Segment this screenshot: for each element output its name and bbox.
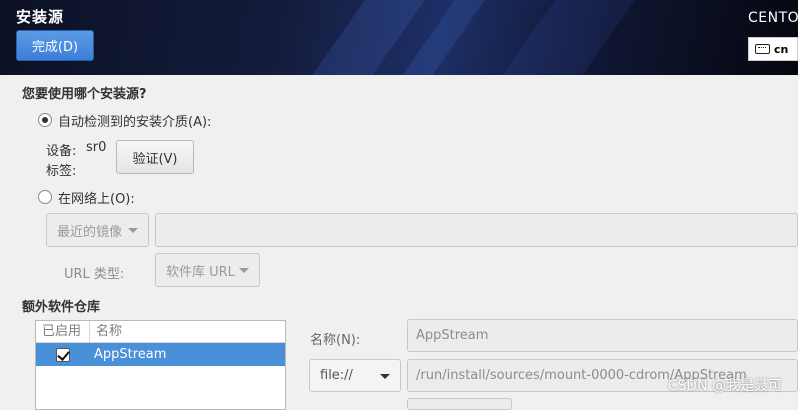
- network-url-input[interactable]: [155, 213, 798, 247]
- network-label[interactable]: 在网络上(O):: [58, 188, 135, 207]
- product-name: CENTOS: [748, 10, 798, 26]
- auto-detect-label[interactable]: 自动检测到的安装介质(A):: [58, 111, 211, 130]
- auto-detect-radio[interactable]: [38, 113, 52, 127]
- device-label: 设备:: [46, 144, 77, 159]
- network-radio[interactable]: [38, 190, 52, 204]
- done-button[interactable]: 完成(D): [16, 30, 94, 61]
- repo-list[interactable]: 已启用 名称 AppStream: [35, 320, 286, 410]
- page-title: 安装源: [16, 8, 65, 26]
- repo-name-label: 名称(N):: [310, 333, 361, 348]
- repo-proxy-button[interactable]: [407, 398, 512, 410]
- mirror-combo[interactable]: 最近的镜像: [46, 213, 149, 247]
- repo-list-header: 已启用 名称: [36, 321, 285, 343]
- url-type-label: URL 类型:: [64, 267, 125, 282]
- tag-label: 标签:: [46, 164, 77, 179]
- table-row[interactable]: AppStream: [36, 343, 285, 366]
- header-bar: 安装源 完成(D) CENTOS: [0, 0, 798, 75]
- keyboard-layout-label: cn: [774, 42, 789, 56]
- verify-button[interactable]: 验证(V): [116, 140, 194, 174]
- col-enabled-header[interactable]: 已启用: [36, 321, 90, 342]
- chevron-down-icon: [239, 268, 249, 273]
- url-type-combo-value: 软件库 URL: [166, 264, 235, 280]
- col-name-header[interactable]: 名称: [90, 321, 122, 342]
- device-value: sr0: [86, 140, 107, 155]
- chevron-down-icon: [128, 228, 138, 233]
- keyboard-layout-indicator[interactable]: cn: [748, 37, 798, 61]
- header-decoration: [456, 0, 664, 75]
- keyboard-icon: [755, 44, 770, 54]
- repo-enabled-checkbox[interactable]: [56, 347, 70, 362]
- chevron-down-icon: [380, 373, 390, 379]
- protocol-combo[interactable]: file://: [309, 359, 401, 392]
- protocol-combo-value: file://: [320, 368, 353, 383]
- source-question: 您要使用哪个安装源?: [22, 87, 147, 102]
- url-type-combo[interactable]: 软件库 URL: [155, 253, 260, 287]
- repo-name-input[interactable]: AppStream: [407, 319, 798, 352]
- watermark: CSDN @我是聂可: [667, 378, 782, 394]
- repo-name: AppStream: [94, 347, 167, 362]
- mirror-combo-value: 最近的镜像: [57, 224, 123, 240]
- extra-repos-heading: 额外软件仓库: [22, 300, 101, 315]
